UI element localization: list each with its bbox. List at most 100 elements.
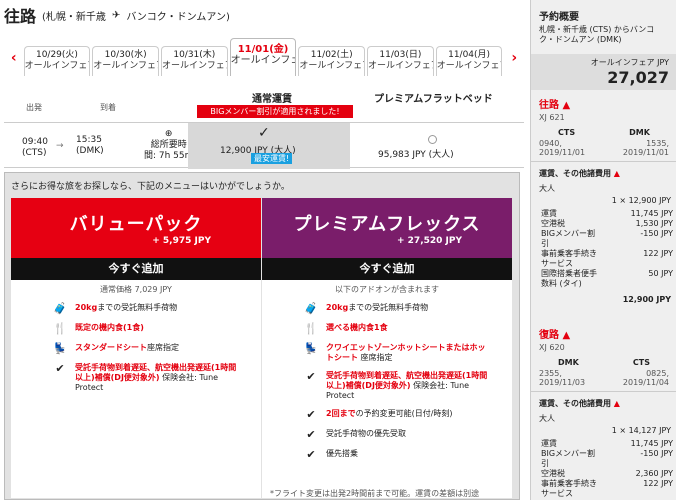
- premium-flex-note: 以下のアドオンが含まれます: [335, 285, 439, 294]
- premium-fare-title: プレミアムフラットベッド: [374, 94, 493, 105]
- departure-info: 09:40 (CTS): [22, 137, 48, 159]
- page-title: 往路: [4, 7, 37, 26]
- date-tab[interactable]: 10/30(水) オールインフェア: [92, 46, 159, 76]
- value-pack-header: バリューパック + 5,975 JPY: [11, 198, 261, 258]
- booking-page: 往路 (札幌・新千歳 ✈ バンコク・ドンムアン) ‹ 10/29(火) オールイ…: [0, 0, 676, 500]
- lowest-fare-badge: 最安運賃!: [251, 153, 293, 164]
- duration-label: 総所要時: [150, 140, 187, 150]
- duration-info[interactable]: ⊕ 総所要時 間: 7h 55m: [144, 129, 193, 162]
- fare-breakdown: 運賃 11,745 JPY BIGメンバー割引 -150 JPY 空港税 2,360 …: [541, 439, 673, 498]
- passenger-fare-line: 1 × 14,127 JPY: [611, 426, 671, 435]
- outbound-segment: 往路 ▲ XJ 621 CTS DMK 0940, 2019/11/01 1535,…: [531, 96, 676, 304]
- summary-route: 札幌・新千歳 (CTS) からバンコク・ドンムアン (DMK): [539, 25, 655, 44]
- value-pack-add-button[interactable]: 今すぐ追加: [11, 258, 261, 280]
- check-icon: ✔: [306, 408, 316, 421]
- premium-flex-header: プレミアムフレックス + 27,520 JPY: [262, 198, 512, 258]
- departure-code: (CTS): [22, 148, 47, 158]
- premium-flex-price: + 27,520 JPY: [397, 236, 462, 246]
- booking-summary: 予約概要 札幌・新千歳 (CTS) からバンコク・ドンムアン (DMK) オール…: [530, 0, 676, 500]
- seat-icon: 💺: [53, 342, 67, 355]
- fare-column-header: 出発 到着 通常運賃 プレミアムフラットベッド BIGメンバー割引が適用されまし…: [4, 84, 524, 118]
- outbound-toggle[interactable]: 往路 ▲: [531, 96, 676, 111]
- chevron-left-icon[interactable]: ‹: [4, 40, 24, 76]
- fare-breakdown: 運賃 11,745 JPY 空港税 1,530 JPY BIGメンバー割引 -150 …: [541, 209, 673, 288]
- inbound-toggle[interactable]: 復路 ▲: [531, 326, 676, 341]
- date-tab-date: 11/02(土): [310, 50, 353, 60]
- member-discount-banner: BIGメンバー割引が適用されました!: [197, 105, 353, 118]
- fare-name: オールインフェア JPY: [590, 58, 669, 67]
- standard-fare-option[interactable]: ✓ 12,900 JPY (大人) 最安運賃!: [188, 123, 350, 169]
- departure-time: 09:40: [22, 137, 48, 147]
- check-icon: ✔: [55, 362, 65, 375]
- duration-value: 間: 7h 55m: [144, 151, 194, 161]
- segment-codes: DMK CTS: [558, 358, 650, 367]
- radio-button[interactable]: [428, 135, 437, 144]
- caret-up-icon: ▲: [613, 399, 620, 408]
- date-tab-fare: オールインフェア: [24, 61, 91, 71]
- feature-item: ✔ 受託手荷物到着遅延、航空機出発遅延(1時間以上)補償(DJ便対象外) 保険会…: [51, 363, 241, 393]
- feature-item: ✔ 受託手荷物到着遅延、航空機出発遅延(1時間以上)補償(DJ便対象外) 保険会…: [302, 371, 492, 401]
- route-to: バンコク・ドンムアン): [126, 11, 230, 23]
- date-tab-date: 11/01(金): [237, 44, 289, 55]
- route-from: (札幌・新千歳: [42, 11, 106, 23]
- feature-item: ✔ 受託手荷物の優先受取: [302, 429, 492, 441]
- date-tab-date: 11/04(月): [448, 50, 491, 60]
- date-tab-date: 10/29(火): [35, 50, 78, 60]
- value-pack-card: バリューパック + 5,975 JPY 今すぐ追加 通常価格 7,029 JPY…: [11, 198, 261, 498]
- date-tab-selected[interactable]: 11/01(金) オールインフェア: [229, 38, 297, 76]
- info-icon: ⊕: [164, 129, 173, 139]
- arrive-label: 到着: [100, 103, 116, 112]
- date-tab[interactable]: 11/04(月) オールインフェア: [435, 46, 503, 76]
- value-pack-price: + 5,975 JPY: [152, 236, 211, 246]
- caret-up-icon: ▲: [562, 330, 571, 341]
- premium-fare-price: 95,983 JPY (大人): [378, 150, 454, 160]
- date-tab-date: 10/30(水): [104, 50, 147, 60]
- meal-icon: 🍴: [53, 322, 67, 335]
- check-icon: ✔: [306, 370, 316, 383]
- fare-breakdown-title[interactable]: 運賃、その他諸費用 ▲: [531, 161, 676, 181]
- value-pack-name: バリューパック: [69, 214, 203, 235]
- depart-label: 出発: [26, 103, 42, 112]
- date-tab-fare: オールインフェア: [299, 61, 366, 71]
- passenger-type: 大人: [539, 184, 555, 193]
- date-tab[interactable]: 10/31(木) オールインフェア: [160, 46, 228, 76]
- feature-item: 🍴 選べる機内食1食: [302, 323, 492, 335]
- feature-item: 🧳 20kgまでの受託無料手荷物: [51, 303, 241, 315]
- premium-fare-option[interactable]: 95,983 JPY (大人): [350, 123, 524, 169]
- arrow-right-icon: →: [56, 141, 64, 151]
- arrival-info: 15:35 (DMK): [76, 135, 104, 157]
- premium-flex-add-button[interactable]: 今すぐ追加: [262, 258, 512, 280]
- date-tab-fare: オールインフェア: [230, 55, 296, 66]
- date-tab[interactable]: 10/29(火) オールインフェア: [23, 46, 91, 76]
- fare-breakdown-title[interactable]: 運賃、その他諸費用 ▲: [531, 391, 676, 411]
- check-icon: ✓: [258, 125, 270, 141]
- outbound-subtotal: 12,900 JPY: [622, 295, 671, 304]
- passenger-fare-line: 1 × 12,900 JPY: [611, 196, 671, 205]
- flight-change-footnote: *フライト変更は出発2時間前まで可能。運賃の差額は別途: [270, 489, 480, 498]
- feature-item: ✔ 優先搭乗: [302, 449, 492, 461]
- date-tab-fare: オールインフェア: [93, 61, 159, 71]
- total-amount: 27,027: [607, 68, 669, 87]
- plane-icon: ✈: [111, 9, 121, 21]
- segment-codes: CTS DMK: [558, 128, 650, 137]
- outbound-header: 往路 (札幌・新千歳 ✈ バンコク・ドンムアン): [4, 4, 230, 26]
- value-pack-note: 通常価格 7,029 JPY: [100, 285, 172, 294]
- summary-total: オールインフェア JPY 27,027: [531, 54, 676, 90]
- upsell-panel: さらにお得な旅をお探しなら、下記のメニューはいかがでしょうか。 バリューパック …: [4, 172, 520, 500]
- standard-fare-title: 通常運賃: [252, 94, 292, 105]
- segment-times: 2355, 2019/11/03 0825, 2019/11/04: [539, 369, 669, 387]
- date-tab-date: 10/31(木): [173, 50, 216, 60]
- chevron-right-icon[interactable]: ›: [504, 40, 524, 76]
- feature-item: 🍴 既定の機内食(1食): [51, 323, 241, 335]
- date-tabs: ‹ 10/29(火) オールインフェア 10/30(水) オールインフェア 10…: [4, 34, 524, 76]
- premium-flex-card: プレミアムフレックス + 27,520 JPY 今すぐ追加 以下のアドオンが含ま…: [262, 198, 512, 498]
- segment-times: 0940, 2019/11/01 1535, 2019/11/01: [539, 139, 669, 157]
- inbound-segment: 復路 ▲ XJ 620 DMK CTS 2355, 2019/11/03 0825,…: [531, 326, 676, 499]
- feature-item: ✔ 2回までの予約変更可能(日付/時刻): [302, 409, 492, 421]
- check-icon: ✔: [306, 428, 316, 441]
- seat-icon: 💺: [304, 342, 318, 355]
- caret-up-icon: ▲: [613, 169, 620, 178]
- check-icon: ✔: [306, 448, 316, 461]
- date-tab[interactable]: 11/03(日) オールインフェア: [367, 46, 434, 76]
- date-tab[interactable]: 11/02(土) オールインフェア: [298, 46, 366, 76]
